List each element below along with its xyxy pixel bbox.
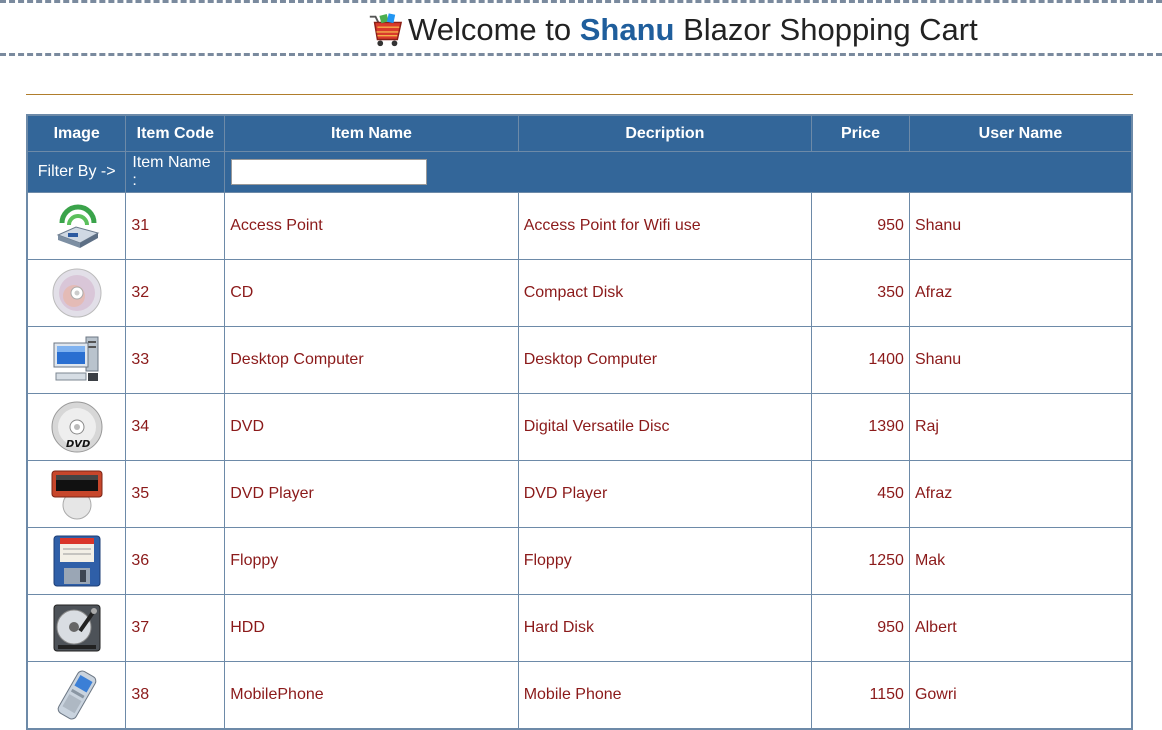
dvd-player-icon [50,467,104,521]
item-image-cell [26,326,127,394]
item-price: 950 [811,192,910,260]
filter-row: Filter By -> Item Name : [26,151,1133,193]
item-price: 1250 [811,527,910,595]
item-description: DVD Player [517,460,813,528]
divider [26,94,1133,95]
item-name-filter-input[interactable] [231,159,428,185]
item-image-cell [26,259,127,327]
column-header-item-code[interactable]: Item Code [125,114,226,152]
item-image-cell [26,527,127,595]
item-code: 34 [125,393,226,461]
item-user-name: Shanu [908,192,1133,260]
cd-icon [50,266,104,320]
item-name: Desktop Computer [224,326,519,394]
item-name: Floppy [224,527,519,595]
item-description: Compact Disk [517,259,813,327]
table-row[interactable]: 34 DVD Digital Versatile Disc 1390 Raj [26,393,1133,461]
item-description: Access Point for Wifi use [517,192,813,260]
mobile-phone-icon [50,668,104,722]
item-price: 450 [811,460,910,528]
table-row[interactable]: 35 DVD Player DVD Player 450 Afraz [26,460,1133,528]
item-code: 32 [125,259,226,327]
column-header-item-name[interactable]: Item Name [224,114,519,152]
item-description: Mobile Phone [517,661,813,730]
shopping-basket-icon [369,13,403,47]
item-code: 37 [125,594,226,662]
table-row[interactable]: 36 Floppy Floppy 1250 Mak [26,527,1133,595]
table-row[interactable]: 33 Desktop Computer Desktop Computer 1400 Sh… [26,326,1133,394]
item-name: CD [224,259,519,327]
item-user-name: Mak [908,527,1133,595]
item-price: 950 [811,594,910,662]
item-name: MobilePhone [224,661,519,730]
item-description: Hard Disk [517,594,813,662]
item-user-name: Afraz [908,259,1133,327]
filter-item-name-label: Item Name : [125,151,226,193]
item-price: 1390 [811,393,910,461]
page-header: Welcome to Shanu Blazor Shopping Cart [0,0,1162,56]
item-description: Desktop Computer [517,326,813,394]
item-code: 38 [125,661,226,730]
page-title: Welcome to Shanu Blazor Shopping Cart [366,9,978,51]
hdd-icon [50,601,104,655]
item-code: 31 [125,192,226,260]
item-description: Floppy [517,527,813,595]
table-row[interactable]: 38 MobilePhone Mobile Phone 1150 Gowri [26,661,1133,730]
filter-input-cell [224,151,1133,193]
item-code: 33 [125,326,226,394]
table-row[interactable]: 32 CD Compact Disk 350 Afraz [26,259,1133,327]
item-image-cell [26,594,127,662]
column-header-image[interactable]: Image [26,114,127,152]
item-price: 1150 [811,661,910,730]
item-image-cell [26,393,127,461]
item-user-name: Raj [908,393,1133,461]
column-header-description[interactable]: Decription [517,114,813,152]
item-name: Access Point [224,192,519,260]
column-header-price[interactable]: Price [811,114,910,152]
column-header-user-name[interactable]: User Name [908,114,1133,152]
access-point-icon [50,199,104,253]
item-image-cell [26,192,127,260]
item-price: 1400 [811,326,910,394]
table-row[interactable]: 37 HDD Hard Disk 950 Albert [26,594,1133,662]
floppy-icon [50,534,104,588]
items-table: Image Item Code Item Name Decription Pri… [26,114,1133,730]
dvd-icon [50,400,104,454]
desktop-computer-icon [50,333,104,387]
item-code: 36 [125,527,226,595]
item-user-name: Albert [908,594,1133,662]
filter-by-label: Filter By -> [26,151,127,193]
item-user-name: Gowri [908,661,1133,730]
item-user-name: Shanu [908,326,1133,394]
item-image-cell [26,460,127,528]
title-suffix: Blazor Shopping Cart [674,12,978,47]
item-user-name: Afraz [908,460,1133,528]
item-image-cell [26,661,127,730]
table-row[interactable]: 31 Access Point Access Point for Wifi use 9… [26,192,1133,260]
item-code: 35 [125,460,226,528]
title-prefix: Welcome to [408,12,580,47]
item-name: HDD [224,594,519,662]
item-description: Digital Versatile Disc [517,393,813,461]
item-name: DVD Player [224,460,519,528]
title-brand: Shanu [579,12,675,47]
item-name: DVD [224,393,519,461]
item-price: 350 [811,259,910,327]
table-header-row: Image Item Code Item Name Decription Pri… [26,114,1133,152]
